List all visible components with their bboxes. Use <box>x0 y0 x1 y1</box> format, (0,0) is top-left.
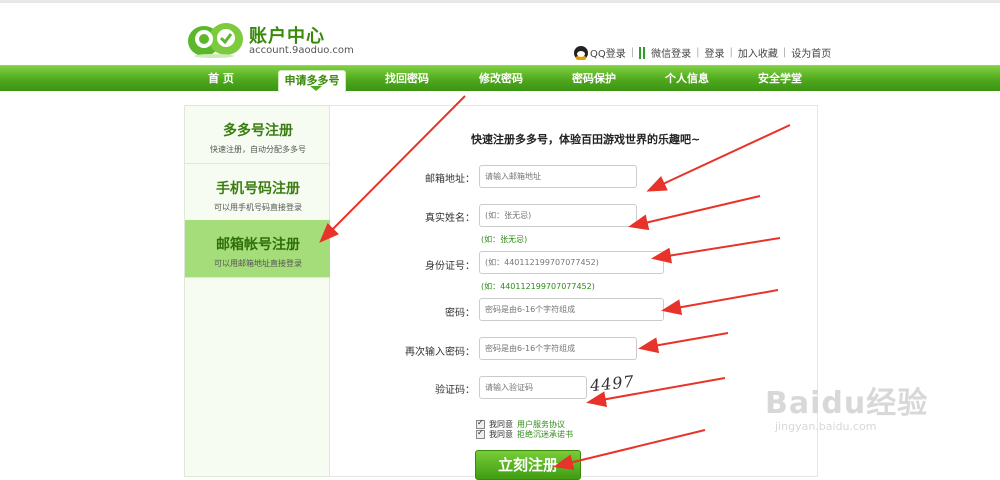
logo-subtitle: account.9aoduo.com <box>249 45 354 56</box>
idcard-field[interactable] <box>479 251 664 274</box>
nav-home[interactable]: 首 页 <box>196 66 246 91</box>
sidebar-item-title: 多多号注册 <box>223 123 293 139</box>
realname-field[interactable] <box>479 204 637 227</box>
header: 账户中心 account.9aoduo.com QQ登录 | 微信登录 | 登录… <box>0 3 1000 65</box>
agree-antiaddiction-row: 我同意 拒绝沉迷承诺书 <box>476 428 573 440</box>
qq-login-link[interactable]: QQ登录 <box>590 45 626 60</box>
nav-security[interactable]: 安全学堂 <box>749 66 811 91</box>
sidebar-item-title: 邮箱帐号注册 <box>216 237 300 253</box>
nav-password-protect[interactable]: 密码保护 <box>563 66 625 91</box>
sidebar-item-phone[interactable]: 手机号码注册 可以用手机号码直接登录 <box>185 164 331 222</box>
password-label: 密码： <box>445 308 475 319</box>
sidebar: 多多号注册 快速注册，自动分配多多号 手机号码注册 可以用手机号码直接登录 邮箱… <box>184 105 331 477</box>
idcard-hint: (如：440112199707077452) <box>481 282 595 291</box>
idcard-label: 身份证号： <box>425 261 475 272</box>
baidu-watermark: Baidu经验 jingyan.baidu.com <box>765 378 928 433</box>
main-nav: 首 页 申请多多号 找回密码 修改密码 密码保护 个人信息 安全学堂 <box>0 65 1000 92</box>
top-links: QQ登录 | 微信登录 | 登录 | 加入收藏 | 设为首页 <box>574 45 831 60</box>
sidebar-item-sub: 可以用邮箱地址直接登录 <box>214 259 302 268</box>
antiaddiction-link[interactable]: 拒绝沉迷承诺书 <box>517 429 573 440</box>
realname-hint: (如：张无忌) <box>481 235 528 244</box>
nav-recover-password[interactable]: 找回密码 <box>376 66 438 91</box>
nav-active-caret <box>310 86 322 91</box>
add-favorite-link[interactable]: 加入收藏 <box>738 45 778 60</box>
captcha-field[interactable] <box>479 376 587 399</box>
sidebar-item-email[interactable]: 邮箱帐号注册 可以用邮箱地址直接登录 <box>185 220 331 278</box>
wechat-login-link[interactable]: 微信登录 <box>651 45 691 60</box>
realname-label: 真实姓名： <box>425 213 475 224</box>
password-field[interactable] <box>479 298 664 321</box>
password-confirm-label: 再次输入密码： <box>405 347 475 358</box>
register-submit-button[interactable]: 立刻注册 <box>475 450 581 480</box>
logo-icon[interactable] <box>186 19 246 59</box>
watermark-main: Baidu经验 <box>765 386 929 421</box>
login-link[interactable]: 登录 <box>705 45 725 60</box>
wechat-icon <box>639 46 646 59</box>
password-confirm-field[interactable] <box>479 337 637 360</box>
nav-change-password[interactable]: 修改密码 <box>470 66 532 91</box>
sidebar-item-duoduo[interactable]: 多多号注册 快速注册，自动分配多多号 <box>185 106 331 164</box>
captcha-label: 验证码： <box>435 385 475 396</box>
sidebar-item-title: 手机号码注册 <box>216 181 300 197</box>
sidebar-item-sub: 可以用手机号码直接登录 <box>214 203 302 212</box>
set-homepage-link[interactable]: 设为首页 <box>791 45 831 60</box>
agree-antiaddiction-checkbox[interactable] <box>476 428 485 439</box>
qq-icon <box>574 45 588 60</box>
agree-antiaddiction-text: 我同意 <box>489 430 513 439</box>
form-slogan: 快速注册多多号，体验百田游戏世界的乐趣吧~ <box>471 133 701 146</box>
sidebar-item-sub: 快速注册，自动分配多多号 <box>210 145 306 154</box>
email-field[interactable] <box>479 165 637 188</box>
email-label: 邮箱地址： <box>425 174 475 185</box>
nav-profile[interactable]: 个人信息 <box>656 66 718 91</box>
